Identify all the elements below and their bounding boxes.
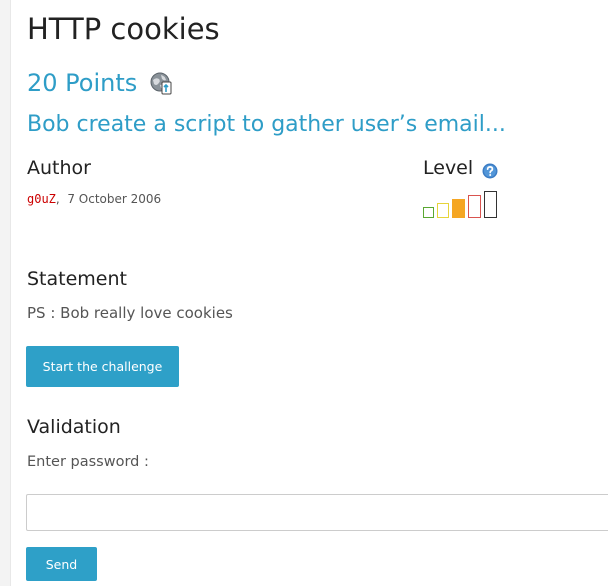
- points-link[interactable]: 20 Points: [27, 69, 137, 97]
- start-challenge-button[interactable]: Start the challenge: [26, 346, 179, 387]
- level-bar: [484, 191, 497, 218]
- password-input[interactable]: [26, 494, 608, 531]
- points-row: 20 Points: [27, 66, 172, 100]
- author-line: g0uZ, 7 October 2006: [27, 192, 162, 206]
- password-label: Enter password :: [27, 454, 149, 470]
- author-heading: Author: [27, 157, 91, 179]
- difficulty-level-bars: [423, 190, 499, 218]
- send-button[interactable]: Send: [26, 547, 97, 581]
- help-icon[interactable]: [482, 160, 498, 179]
- level-bar: [423, 207, 434, 218]
- level-bar: [468, 195, 481, 218]
- level-heading: Level: [423, 155, 498, 181]
- challenge-subtitle[interactable]: Bob create a script to gather user’s ema…: [27, 110, 506, 140]
- level-bar: [452, 199, 465, 218]
- statement-heading: Statement: [27, 268, 127, 290]
- level-heading-label: Level: [423, 157, 474, 179]
- globe-icon[interactable]: [150, 71, 172, 95]
- author-name-link[interactable]: g0uZ: [27, 192, 56, 206]
- left-edge-gutter: [0, 0, 11, 586]
- statement-text: PS : Bob really love cookies: [27, 304, 233, 322]
- validation-heading: Validation: [27, 416, 121, 438]
- page-title: HTTP cookies: [27, 12, 220, 46]
- level-bar: [437, 203, 449, 218]
- author-date: 7 October 2006: [67, 192, 162, 206]
